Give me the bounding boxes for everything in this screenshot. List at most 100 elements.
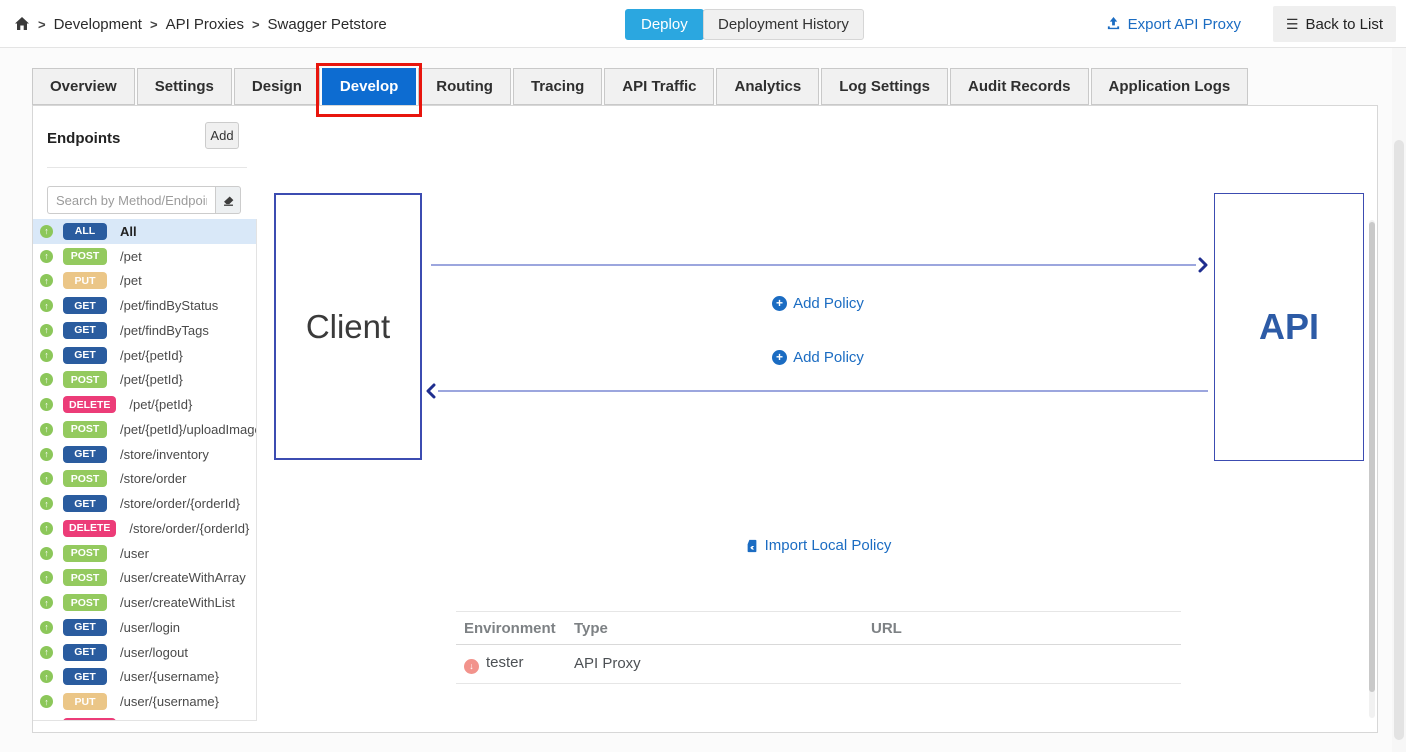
endpoint-item[interactable]: ↑POST/store/order [33,467,256,492]
method-badge: POST [63,248,107,265]
endpoint-path: /pet [120,273,142,288]
endpoint-item[interactable]: ↑DELETE/pet/{petId} [33,392,256,417]
method-badge: POST [63,470,107,487]
endpoint-path: /pet/{petId} [129,397,192,412]
endpoint-list-scrollbar[interactable] [1369,220,1375,718]
publish-up-icon[interactable]: ↑ [40,720,53,721]
endpoint-item[interactable]: ↑GET/pet/findByStatus [33,293,256,318]
publish-up-icon[interactable]: ↑ [40,274,53,287]
endpoint-item[interactable]: ↑GET/pet/findByTags [33,318,256,343]
tab-analytics[interactable]: Analytics [716,68,819,105]
publish-up-icon[interactable]: ↑ [40,225,53,238]
method-badge: GET [63,322,107,339]
environment-url [863,645,1181,684]
tab-audit-records[interactable]: Audit Records [950,68,1089,105]
endpoint-item[interactable]: ↑POST/pet/{petId}/uploadImage [33,417,256,442]
endpoint-search-input[interactable] [47,186,215,214]
home-icon[interactable] [14,16,30,32]
endpoint-item[interactable]: ↑POST/user/createWithArray [33,566,256,591]
response-flow-line [438,390,1208,392]
publish-up-icon[interactable]: ↑ [40,250,53,263]
endpoint-list-scrollbar-thumb[interactable] [1369,222,1375,692]
tab-routing[interactable]: Routing [418,68,511,105]
endpoint-item[interactable]: ↑ PUT/pet [33,269,256,294]
publish-up-icon[interactable]: ↑ [40,596,53,609]
endpoint-path: All [120,224,137,239]
endpoint-item[interactable]: ↑PUT/user/{username} [33,689,256,714]
import-file-icon [745,539,759,553]
method-badge: POST [63,545,107,562]
publish-up-icon[interactable]: ↑ [40,646,53,659]
endpoint-path: /user/login [120,620,180,635]
publish-up-icon[interactable]: ↑ [40,571,53,584]
breadcrumb-item[interactable]: API Proxies [166,16,244,33]
export-api-proxy-label: Export API Proxy [1128,16,1241,33]
tab-log-settings[interactable]: Log Settings [821,68,948,105]
endpoint-item[interactable]: ↑GET/user/login [33,615,256,640]
response-add-policy-label: Add Policy [793,349,864,366]
endpoint-item[interactable]: ↑GET/store/order/{orderId} [33,491,256,516]
export-api-proxy-link[interactable]: Export API Proxy [1106,0,1241,48]
endpoint-item[interactable]: ↑DELETE/store/order/{orderId} [33,516,256,541]
tab-settings[interactable]: Settings [137,68,232,105]
sidebar-divider [47,167,247,168]
publish-up-icon[interactable]: ↑ [40,299,53,312]
publish-up-icon[interactable]: ↑ [40,373,53,386]
publish-up-icon[interactable]: ↑ [40,472,53,485]
page-scrollbar-thumb[interactable] [1394,140,1404,740]
publish-up-icon[interactable]: ↑ [40,423,53,436]
tab-application-logs[interactable]: Application Logs [1091,68,1249,105]
breadcrumb-item[interactable]: Development [54,16,142,33]
environment-status-icon[interactable]: ↓ [464,659,479,674]
publish-up-icon[interactable]: ↑ [40,670,53,683]
method-badge: POST [63,371,107,388]
endpoint-item[interactable]: ↑GET/user/logout [33,640,256,665]
endpoint-item[interactable]: ↑GET/pet/{petId} [33,343,256,368]
endpoint-item[interactable]: ↑POST/user [33,541,256,566]
environment-table: EnvironmentTypeURL ↓testerAPI Proxy [456,611,1181,684]
tab-api-traffic[interactable]: API Traffic [604,68,714,105]
publish-up-icon[interactable]: ↑ [40,497,53,510]
endpoint-item[interactable]: ↑GET/user/{username} [33,665,256,690]
publish-up-icon[interactable]: ↑ [40,349,53,362]
clear-search-button[interactable] [215,186,241,214]
import-local-policy-link[interactable]: Import Local Policy [745,537,892,554]
tab-design[interactable]: Design [234,68,320,105]
eraser-icon [222,194,235,207]
endpoint-item[interactable]: ↑POST/pet/{petId} [33,368,256,393]
endpoint-item[interactable]: ↑DELETE [33,714,256,721]
deploy-button[interactable]: Deploy [625,9,704,40]
request-add-policy-link[interactable]: + Add Policy [772,295,864,312]
endpoint-path: /user/createWithArray [120,570,246,585]
tab-develop[interactable]: Develop [322,68,416,105]
publish-up-icon[interactable]: ↑ [40,324,53,337]
endpoint-item[interactable]: ↑ALLAll [33,219,256,244]
breadcrumb-item[interactable]: Swagger Petstore [268,16,387,33]
response-add-policy-link[interactable]: + Add Policy [772,349,864,366]
method-badge: PUT [63,272,107,289]
deployment-history-button[interactable]: Deployment History [703,9,864,40]
environment-row: ↓testerAPI Proxy [456,645,1181,684]
api-box-label: API [1259,306,1319,348]
tab-tracing[interactable]: Tracing [513,68,602,105]
publish-up-icon[interactable]: ↑ [40,621,53,634]
publish-up-icon[interactable]: ↑ [40,448,53,461]
back-to-list-button[interactable]: ☰ Back to List [1273,6,1396,42]
publish-up-icon[interactable]: ↑ [40,522,53,535]
column-header-url: URL [863,612,1181,645]
endpoint-item[interactable]: ↑GET/store/inventory [33,442,256,467]
publish-up-icon[interactable]: ↑ [40,547,53,560]
endpoint-item[interactable]: ↑POST/pet [33,244,256,269]
method-badge: PUT [63,693,107,710]
method-badge: GET [63,495,107,512]
list-icon: ☰ [1286,16,1299,33]
publish-up-icon[interactable]: ↑ [40,695,53,708]
api-box: API [1214,193,1364,461]
environment-type: API Proxy [566,645,863,684]
tab-overview[interactable]: Overview [32,68,135,105]
add-endpoint-button[interactable]: Add [205,122,239,149]
endpoint-item[interactable]: ↑POST/user/createWithList [33,590,256,615]
page-scrollbar[interactable] [1392,48,1406,752]
method-badge: POST [63,594,107,611]
publish-up-icon[interactable]: ↑ [40,398,53,411]
